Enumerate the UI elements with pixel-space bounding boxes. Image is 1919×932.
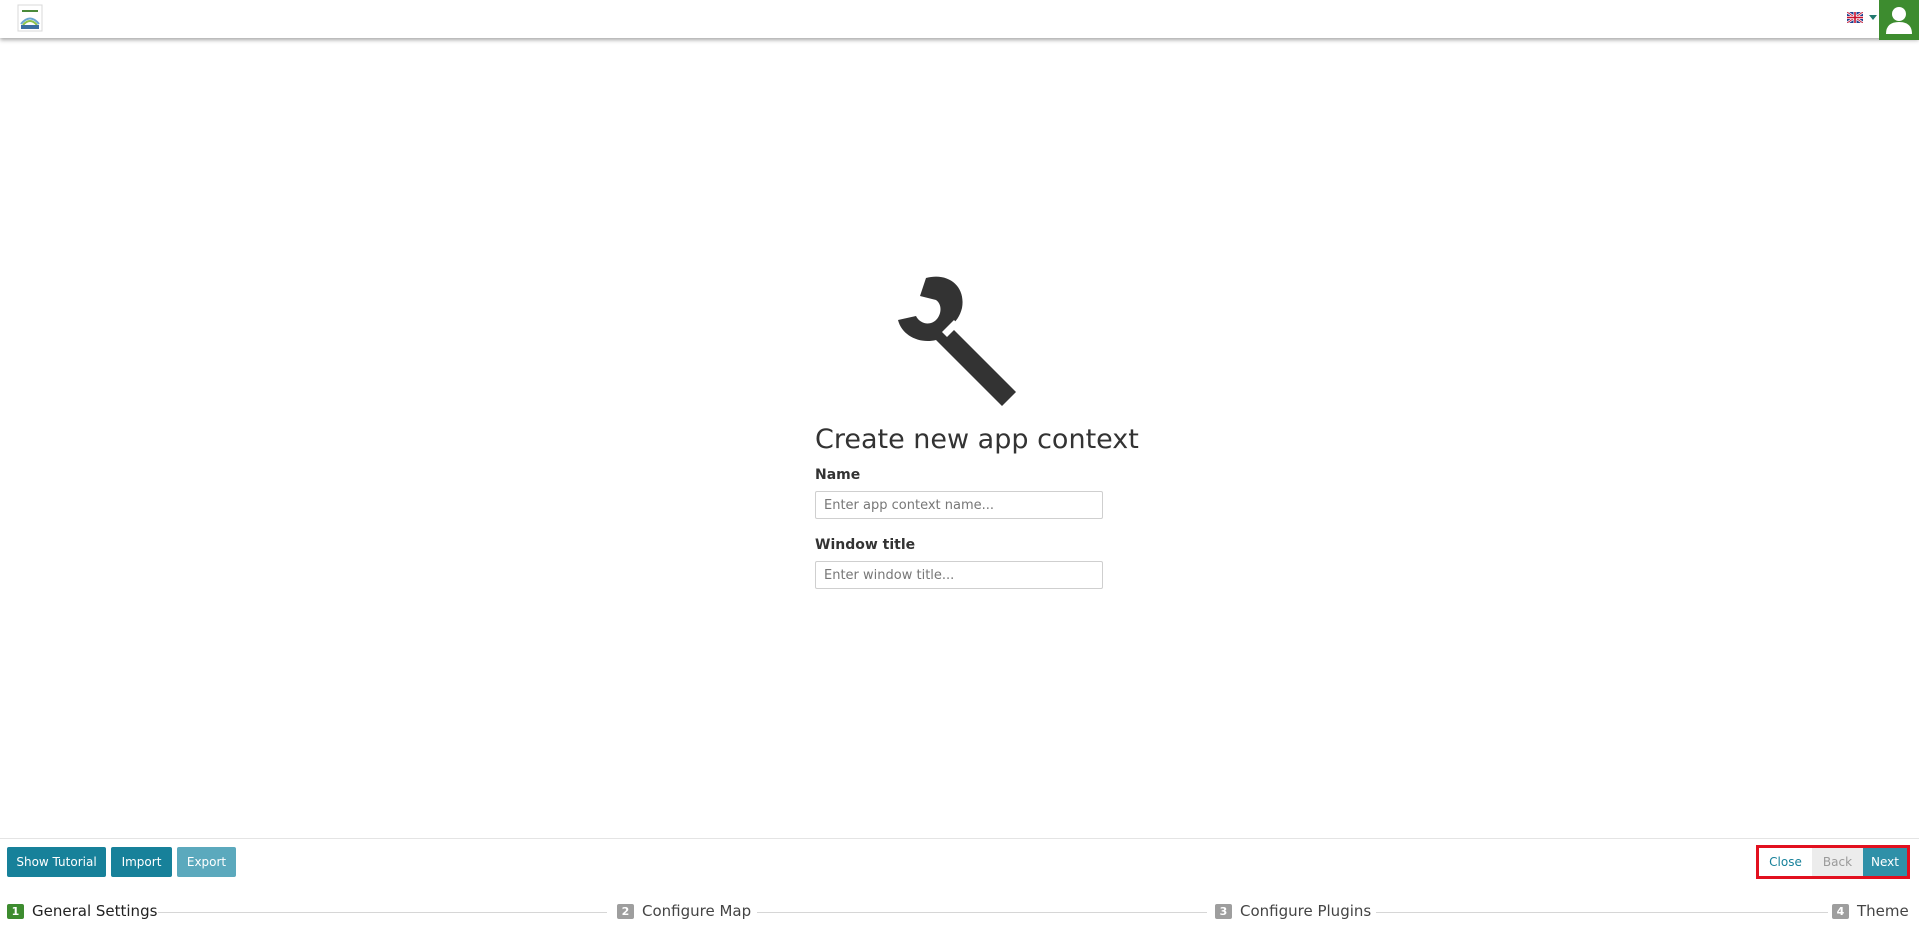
step-label: Theme: [1857, 902, 1909, 920]
top-navbar: [0, 0, 1919, 40]
app-logo[interactable]: [17, 4, 43, 32]
step-number: 4: [1832, 903, 1849, 919]
step-number: 3: [1215, 903, 1232, 919]
show-tutorial-button[interactable]: Show Tutorial: [7, 847, 106, 877]
next-button[interactable]: Next: [1863, 848, 1907, 876]
chevron-down-icon: [1869, 15, 1877, 20]
step-general-settings[interactable]: 1 General Settings: [7, 902, 157, 920]
language-selector[interactable]: [1847, 12, 1877, 23]
app-context-name-input[interactable]: [815, 491, 1103, 519]
step-number: 2: [617, 903, 634, 919]
step-label: Configure Plugins: [1240, 902, 1372, 920]
window-title-label: Window title: [815, 537, 916, 553]
footer-divider: [0, 838, 1919, 839]
step-configure-plugins[interactable]: 3 Configure Plugins: [1215, 902, 1371, 920]
wizard-navigation: Close Back Next: [1756, 845, 1910, 879]
name-label: Name: [815, 467, 861, 483]
step-connector: [757, 912, 1207, 913]
step-label: Configure Map: [642, 902, 752, 920]
close-button[interactable]: Close: [1759, 848, 1812, 876]
user-menu-button[interactable]: [1879, 0, 1919, 40]
step-connector: [1376, 912, 1828, 913]
uk-flag-icon: [1847, 12, 1863, 23]
import-button[interactable]: Import: [111, 847, 172, 877]
step-connector: [158, 912, 607, 913]
user-icon: [1886, 7, 1912, 34]
step-configure-map[interactable]: 2 Configure Map: [617, 902, 751, 920]
step-number: 1: [7, 903, 24, 919]
back-button[interactable]: Back: [1812, 848, 1863, 876]
step-label: General Settings: [32, 902, 158, 920]
wrench-icon: [898, 276, 1016, 406]
export-button[interactable]: Export: [177, 847, 236, 877]
window-title-input[interactable]: [815, 561, 1103, 589]
page-title: Create new app context: [815, 424, 1139, 455]
step-theme[interactable]: 4 Theme: [1832, 902, 1909, 920]
